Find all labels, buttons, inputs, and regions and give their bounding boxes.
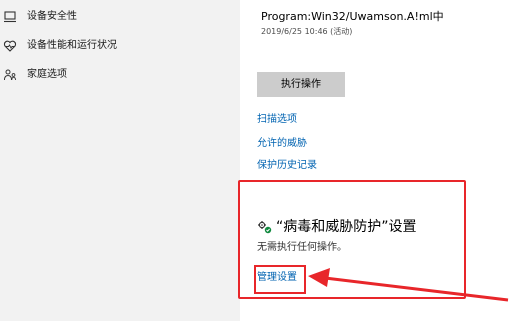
gear-shield-icon bbox=[257, 219, 273, 234]
sidebar-item-label: 设备安全性 bbox=[27, 11, 77, 22]
scan-options-link[interactable]: 扫描选项 bbox=[257, 113, 297, 126]
take-action-button[interactable]: 执行操作 bbox=[257, 72, 345, 97]
sidebar-item-label: 设备性能和运行状况 bbox=[27, 40, 117, 51]
settings-section-description: 无需执行任何操作。 bbox=[257, 242, 347, 253]
threat-name: Program:Win32/Uwamson.A!ml中 bbox=[261, 10, 444, 23]
family-icon bbox=[2, 67, 18, 83]
sidebar: 设备安全性 设备性能和运行状况 家庭选项 bbox=[0, 0, 240, 321]
protection-history-link[interactable]: 保护历史记录 bbox=[257, 159, 317, 172]
manage-settings-link[interactable]: 管理设置 bbox=[257, 271, 297, 284]
allowed-threats-link[interactable]: 允许的威胁 bbox=[257, 137, 307, 150]
main-content: Program:Win32/Uwamson.A!ml中 2019/6/25 10… bbox=[240, 0, 510, 321]
sidebar-item-label: 家庭选项 bbox=[27, 69, 67, 80]
device-security-icon bbox=[2, 9, 18, 25]
sidebar-item-device-performance[interactable]: 设备性能和运行状况 bbox=[0, 35, 240, 57]
threat-date: 2019/6/25 10:46 (活动) bbox=[261, 27, 353, 36]
heart-health-icon bbox=[2, 38, 18, 54]
sidebar-item-family-options[interactable]: 家庭选项 bbox=[0, 64, 240, 86]
sidebar-item-device-security[interactable]: 设备安全性 bbox=[0, 6, 240, 28]
settings-section-title: “病毒和威胁防护”设置 bbox=[276, 219, 417, 235]
